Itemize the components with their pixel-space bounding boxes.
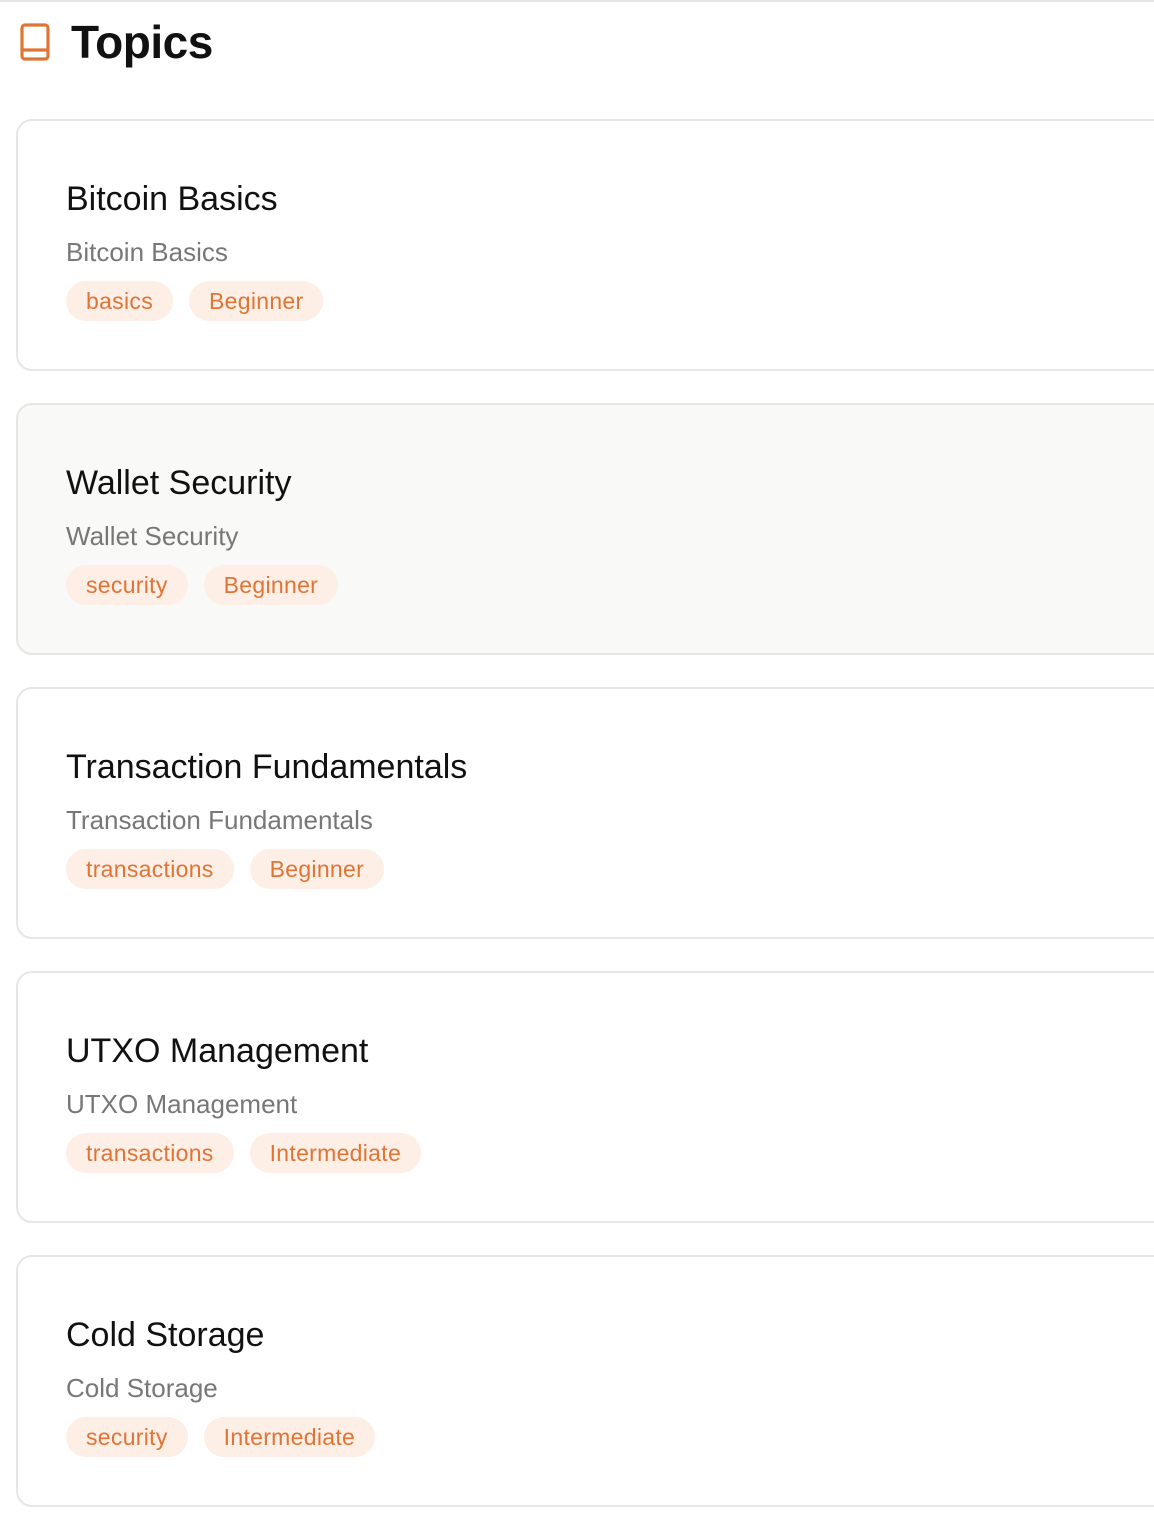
tag-row: security Intermediate: [66, 1417, 1154, 1457]
topic-title: UTXO Management: [66, 1032, 369, 1070]
category-tag: security: [66, 565, 188, 605]
topic-card[interactable]: Wallet Security Wallet Security security…: [16, 403, 1154, 655]
category-tag: security: [66, 1417, 188, 1457]
topic-title: Bitcoin Basics: [66, 180, 278, 218]
level-tag: Beginner: [203, 565, 339, 605]
topic-card[interactable]: Cold Storage Cold Storage security Inter…: [16, 1255, 1154, 1507]
category-tag: transactions: [66, 849, 234, 889]
tag-row: transactions Beginner: [66, 849, 1154, 889]
category-tag: basics: [66, 281, 173, 321]
topic-description: Wallet Security: [66, 521, 239, 551]
top-divider: [0, 0, 1154, 2]
category-tag: transactions: [66, 1133, 234, 1173]
topic-description: Bitcoin Basics: [66, 237, 228, 267]
topic-description: UTXO Management: [66, 1089, 298, 1119]
tag-row: transactions Intermediate: [66, 1133, 1154, 1173]
book-icon: [18, 22, 52, 62]
page-title: Topics: [71, 16, 213, 68]
level-tag: Intermediate: [249, 1133, 422, 1173]
tag-row: basics Beginner: [66, 281, 1154, 321]
topic-description: Transaction Fundamentals: [66, 805, 373, 835]
page-header: Topics: [18, 14, 213, 70]
topic-list: Bitcoin Basics Bitcoin Basics basics Beg…: [16, 119, 1154, 1539]
level-tag: Beginner: [189, 281, 324, 321]
topic-card[interactable]: Bitcoin Basics Bitcoin Basics basics Beg…: [16, 119, 1154, 371]
level-tag: Beginner: [249, 849, 385, 889]
topic-title: Wallet Security: [66, 464, 292, 502]
topic-title: Transaction Fundamentals: [66, 748, 468, 786]
tag-row: security Beginner: [66, 565, 1154, 605]
topic-card[interactable]: Transaction Fundamentals Transaction Fun…: [16, 687, 1154, 939]
level-tag: Intermediate: [203, 1417, 376, 1457]
topic-card[interactable]: UTXO Management UTXO Management transact…: [16, 971, 1154, 1223]
topic-description: Cold Storage: [66, 1373, 218, 1403]
topic-title: Cold Storage: [66, 1316, 265, 1354]
